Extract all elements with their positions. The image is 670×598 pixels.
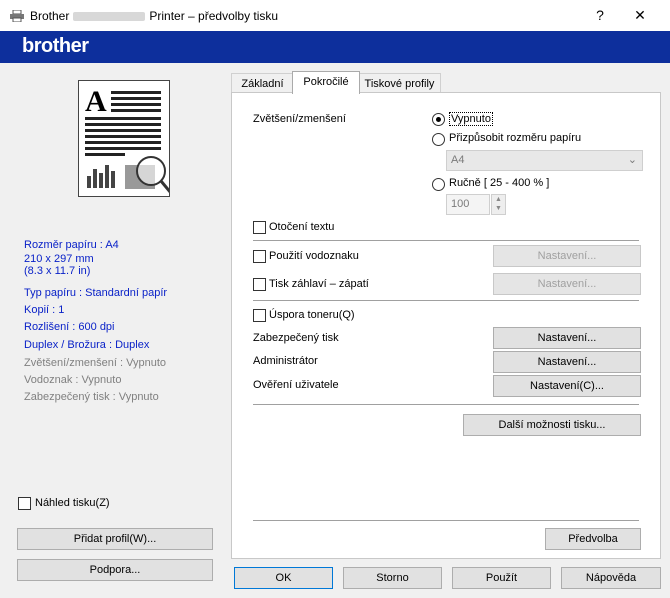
rotate-text-checkbox[interactable] xyxy=(253,221,266,234)
cancel-button[interactable]: Storno xyxy=(343,567,442,589)
divider xyxy=(253,404,639,405)
window-title-prefix: Brother xyxy=(30,9,70,23)
tab-advanced[interactable]: Pokročilé xyxy=(292,71,360,94)
scaling-fit-radio[interactable] xyxy=(432,133,445,146)
header-footer-checkbox[interactable] xyxy=(253,278,266,291)
apply-button[interactable]: Použít xyxy=(452,567,551,589)
redacted-model-name xyxy=(73,12,146,22)
watermark-label: Použití vodoznaku xyxy=(269,250,359,262)
user-auth-settings-button[interactable]: Nastavení(C)... xyxy=(493,375,641,397)
divider xyxy=(253,520,639,521)
window-title-suffix: Printer – předvolby tisku xyxy=(149,9,279,23)
scaling-info: Zvětšení/zmenšení : Vypnuto xyxy=(24,357,167,369)
resolution-info: Rozlišení : 600 dpi xyxy=(24,321,115,333)
rotate-text-label: Otočení textu xyxy=(269,221,335,233)
admin-settings-button[interactable]: Nastavení... xyxy=(493,351,641,373)
toner-save-checkbox[interactable] xyxy=(253,309,266,322)
scaling-manual-radio[interactable] xyxy=(432,178,445,191)
scaling-label: Zvětšení/zmenšení xyxy=(253,113,346,125)
scaling-off-radio[interactable] xyxy=(432,113,445,126)
printer-icon xyxy=(10,10,24,22)
brother-logo: brother xyxy=(22,35,89,57)
divider xyxy=(253,240,639,241)
secure-print-label: Zabezpečený tisk xyxy=(253,332,339,344)
advanced-tab-panel: Zvětšení/zmenšení Vypnuto Přizpůsobit ro… xyxy=(231,92,661,559)
help-dialog-button[interactable]: Nápověda xyxy=(561,567,661,589)
close-button[interactable]: ✕ xyxy=(617,0,663,31)
watermark-settings-button[interactable]: Nastavení... xyxy=(493,245,641,267)
tab-basic[interactable]: Základní xyxy=(231,73,294,94)
brand-banner: brother xyxy=(0,31,670,63)
paper-dims-in: (8.3 x 11.7 in) xyxy=(24,265,91,277)
secure-print-info: Zabezpečený tisk : Vypnuto xyxy=(24,391,159,403)
divider xyxy=(253,300,639,301)
fit-paper-select[interactable]: A4 ⌄ xyxy=(446,150,643,171)
print-preview-checkbox[interactable] xyxy=(18,497,31,510)
left-panel: A Rozměr papíru : A4 210 x 297 mm (8.3 x… xyxy=(8,72,221,590)
scaling-manual-label: Ručně [ 25 - 400 % ] xyxy=(449,177,550,189)
defaults-button[interactable]: Předvolba xyxy=(545,528,641,550)
title-bar: Brother Printer – předvolby tisku ? ✕ xyxy=(0,0,670,31)
copies-info: Kopií : 1 xyxy=(24,304,65,316)
page-preview-image: A xyxy=(78,80,173,197)
support-button[interactable]: Podpora... xyxy=(17,559,213,581)
document-preview-icon: A xyxy=(85,85,173,194)
user-auth-label: Ověření uživatele xyxy=(253,379,339,391)
manual-percent-input[interactable]: 100 xyxy=(446,194,490,215)
add-profile-button[interactable]: Přidat profil(W)... xyxy=(17,528,213,550)
admin-label: Administrátor xyxy=(253,355,318,367)
watermark-info: Vodoznak : Vypnuto xyxy=(24,374,122,386)
window-title: Brother Printer – předvolby tisku xyxy=(30,9,278,23)
toner-save-label: Úspora toneru(Q) xyxy=(269,309,355,321)
watermark-checkbox[interactable] xyxy=(253,250,266,263)
header-footer-settings-button[interactable]: Nastavení... xyxy=(493,273,641,295)
scaling-off-label: Vypnuto xyxy=(449,112,493,126)
scaling-fit-label: Přizpůsobit rozměru papíru xyxy=(449,132,582,144)
svg-text:A: A xyxy=(85,85,107,118)
more-print-options-button[interactable]: Další možnosti tisku... xyxy=(463,414,641,436)
print-preview-label: Náhled tisku(Z) xyxy=(35,497,110,509)
header-footer-label: Tisk záhlaví – zápatí xyxy=(269,278,369,290)
duplex-info: Duplex / Brožura : Duplex xyxy=(24,339,150,351)
chevron-down-icon: ⌄ xyxy=(627,154,637,166)
fit-paper-select-value: A4 xyxy=(451,154,465,166)
secure-print-settings-button[interactable]: Nastavení... xyxy=(493,327,641,349)
ok-button[interactable]: OK xyxy=(234,567,333,589)
paper-size-info: Rozměr papíru : A4 xyxy=(24,239,119,251)
tab-print-profiles[interactable]: Tiskové profily xyxy=(358,73,441,94)
paper-type-info: Typ papíru : Standardní papír xyxy=(24,287,168,299)
percent-spinner[interactable]: ▲ ▼ xyxy=(491,194,506,215)
